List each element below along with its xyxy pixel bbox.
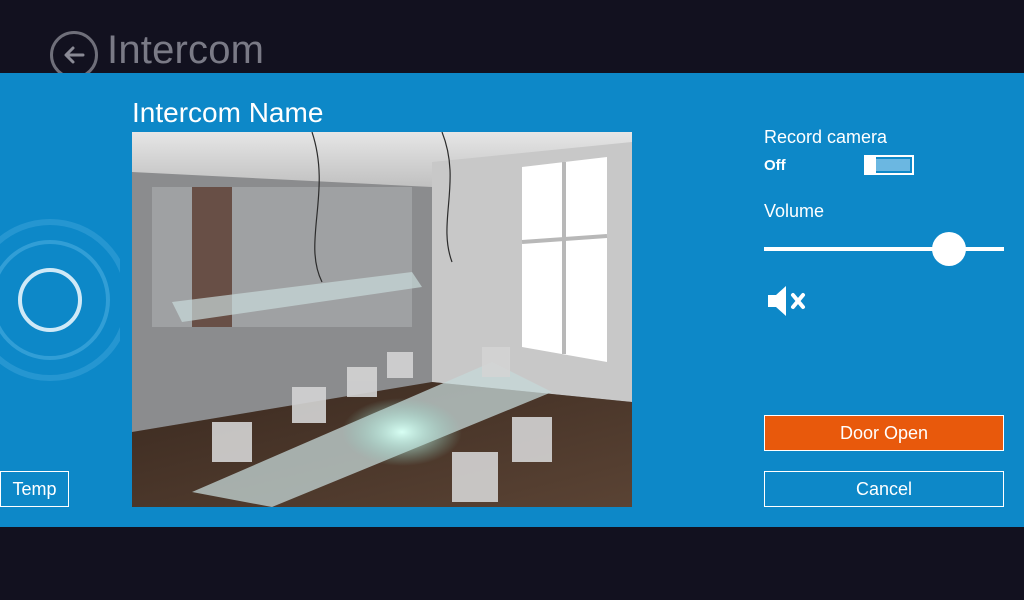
door-open-button[interactable]: Door Open	[764, 415, 1004, 451]
mute-button[interactable]	[766, 281, 810, 321]
toggle-thumb[interactable]	[864, 155, 876, 175]
record-camera-toggle[interactable]	[864, 155, 914, 175]
arrow-left-icon	[64, 46, 85, 64]
volume-slider[interactable]	[764, 229, 1004, 269]
speaker-mute-icon	[768, 286, 805, 316]
page-title: Intercom	[107, 28, 265, 72]
record-camera-state: Off	[764, 157, 786, 174]
intercom-dialog: Temp Intercom Name Record camera Off Vol…	[0, 73, 1024, 527]
volume-track[interactable]	[764, 247, 1004, 251]
ring-decoration-icon	[0, 215, 131, 395]
intercom-name: Intercom Name	[132, 97, 324, 128]
volume-thumb[interactable]	[932, 232, 966, 266]
back-button[interactable]	[50, 31, 98, 79]
cancel-button[interactable]: Cancel	[764, 471, 1004, 507]
camera-feed	[132, 132, 632, 507]
temp-button[interactable]: Temp	[0, 471, 69, 507]
app-header: Intercom	[0, 0, 1024, 79]
volume-label: Volume	[764, 201, 825, 221]
record-camera-label: Record camera	[764, 127, 888, 147]
